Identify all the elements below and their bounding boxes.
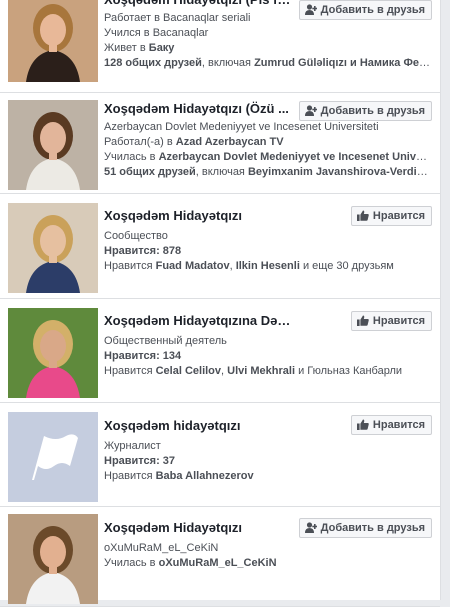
profile-photo[interactable] — [8, 514, 98, 604]
detail-text: Сообщество — [104, 230, 168, 242]
like-page-button[interactable]: Нравится — [350, 415, 432, 435]
result-detail-line: Нравится: 878 — [104, 244, 430, 259]
result-detail-line: Учился в Bacanaqlar — [104, 26, 430, 41]
button-label: Добавить в друзья — [320, 4, 425, 16]
result-detail-line: Общественный деятель — [104, 334, 430, 349]
add-friend-icon — [304, 105, 317, 116]
search-results-list: Xoşqədəm Hidayətqızı (Pis fa... Работает … — [0, 0, 441, 607]
thumbs-up-icon — [356, 419, 369, 430]
result-card: Xoşqədəm hidayətqızı Журналист Нравится: 3… — [0, 402, 440, 507]
result-name-link[interactable]: Xoşqədəm hidayətqızı — [104, 418, 294, 433]
detail-text: Журналист — [104, 440, 161, 452]
detail-link: Zumrud Güləliqızı и Намика Ферь — [254, 57, 430, 69]
result-name-link[interactable]: Xoşqədəm Hidayətqızı (Pis fa... — [104, 0, 294, 7]
detail-link: Fuad Madatov — [155, 260, 230, 272]
detail-suffix: и Гюльназ Канбарли — [295, 365, 403, 377]
result-detail-line: 128 общих друзей, включая Zumrud Güləliq… — [104, 56, 430, 71]
detail-prefix: Живет в — [104, 42, 149, 54]
result-detail-line: oXuMuRaM_eL_CeKiN — [104, 541, 430, 556]
profile-photo[interactable] — [8, 100, 98, 190]
profile-photo[interactable] — [8, 308, 98, 398]
result-detail-line: Azerbaycan Dovlet Medeniyyet ve Incesene… — [104, 120, 430, 135]
profile-photo[interactable] — [8, 412, 98, 502]
result-card: Xoşqədəm Hidayətqızı Сообщество Нравится: … — [0, 193, 440, 299]
detail-link: Нравится: 878 — [104, 245, 182, 257]
detail-prefix: Нравится — [104, 470, 156, 482]
button-label: Нравится — [372, 210, 425, 222]
profile-photo-image — [8, 308, 98, 398]
button-label: Нравится — [372, 419, 425, 431]
detail-text: oXuMuRaM_eL_CeKiN — [104, 542, 219, 554]
detail-prefix: Нравится — [104, 365, 156, 377]
result-name-link[interactable]: Xoşqədəm Hidayətqızı — [104, 208, 294, 223]
add-friend-icon — [304, 522, 317, 533]
result-card: Xoşqədəm Hidayətqızına Dəstək Общественны… — [0, 298, 440, 403]
profile-photo[interactable] — [8, 203, 98, 293]
detail-text: Общественный деятель — [104, 335, 227, 347]
detail-prefix: Работал(-а) в — [104, 136, 176, 148]
button-label: Нравится — [372, 315, 425, 327]
result-name-link[interactable]: Xoşqədəm Hidayətqızına Dəstək — [104, 313, 294, 328]
button-label: Добавить в друзья — [320, 105, 425, 117]
detail-separator: , включая — [195, 166, 248, 178]
detail-text: Учился в Bacanaqlar — [104, 27, 209, 39]
detail-link: Azad Azerbaycan TV — [175, 136, 284, 148]
result-detail-line: Нравится Fuad Madatov, Ilkin Hesenli и е… — [104, 259, 430, 274]
detail-link: 51 общих друзей — [104, 166, 196, 178]
result-detail-line: Училась в oXuMuRaM_eL_CeKiN — [104, 556, 430, 571]
detail-link: Нравится: 134 — [104, 350, 182, 362]
result-detail-line: Живет в Баку — [104, 41, 430, 56]
like-page-button[interactable]: Нравится — [350, 311, 432, 331]
result-detail-line: Нравится: 134 — [104, 349, 430, 364]
result-detail-line: Нравится Baba Allahnezerov — [104, 469, 430, 484]
add-friend-button[interactable]: Добавить в друзья — [298, 101, 432, 121]
result-card: Xoşqədəm Hidayətqızı oXuMuRaM_eL_CeKiN Учи… — [0, 506, 440, 607]
result-detail-line: Журналист — [104, 439, 430, 454]
result-detail-line: Сообщество — [104, 229, 430, 244]
detail-link: Ulvi Mekhrali — [227, 365, 296, 377]
detail-text: Azerbaycan Dovlet Medeniyyet ve Incesene… — [104, 121, 379, 133]
result-name-link[interactable]: Xoşqədəm Hidayətqızı — [104, 520, 294, 535]
thumbs-up-icon — [356, 315, 369, 326]
detail-link: Celal Celilov — [155, 365, 222, 377]
page-flag-icon — [8, 412, 98, 502]
thumbs-up-icon — [356, 210, 369, 221]
profile-photo-image — [8, 0, 98, 82]
result-detail-line: Работал(-а) в Azad Azerbaycan TV — [104, 135, 430, 150]
detail-prefix: Училась в — [104, 557, 159, 569]
profile-photo[interactable] — [8, 0, 98, 82]
result-detail-line: Нравится: 37 — [104, 454, 430, 469]
result-card: Xoşqədəm Hidayətqızı (Pis fa... Работает … — [0, 0, 440, 93]
detail-link: 128 общих друзей — [104, 57, 202, 69]
detail-link: Baba Allahnezerov — [155, 470, 254, 482]
profile-photo-image — [8, 203, 98, 293]
detail-link: Azerbaycan Dovlet Medeniyyet ve Incesene… — [158, 151, 430, 163]
add-friend-button[interactable]: Добавить в друзья — [298, 0, 432, 20]
detail-prefix: Нравится — [104, 260, 156, 272]
detail-link: oXuMuRaM_eL_CeKiN — [158, 557, 277, 569]
detail-text: Работает в Bacanaqlar seriali — [104, 12, 251, 24]
result-detail-line: Нравится Celal Celilov, Ulvi Mekhrali и … — [104, 364, 430, 379]
detail-suffix: и еще 30 друзьям — [299, 260, 394, 272]
detail-separator: , включая — [201, 57, 255, 69]
like-page-button[interactable]: Нравится — [350, 206, 432, 226]
profile-photo-image — [8, 100, 98, 190]
detail-link: Beyimxanim Javanshirova-Verdiy... — [247, 166, 430, 178]
button-label: Добавить в друзья — [320, 522, 425, 534]
detail-link: Баку — [148, 42, 175, 54]
result-detail-line: 51 общих друзей, включая Beyimxanim Java… — [104, 165, 430, 180]
detail-link: Ilkin Hesenli — [235, 260, 300, 272]
result-name-link[interactable]: Xoşqədəm Hidayətqızı (Özü ... — [104, 101, 294, 116]
result-card: Xoşqədəm Hidayətqızı (Özü ... Azerbaycan … — [0, 92, 440, 194]
detail-link: Нравится: 37 — [104, 455, 176, 467]
result-detail-line: Училась в Azerbaycan Dovlet Medeniyyet v… — [104, 150, 430, 165]
add-friend-button[interactable]: Добавить в друзья — [298, 518, 432, 538]
add-friend-icon — [304, 4, 317, 15]
detail-prefix: Училась в — [104, 151, 159, 163]
profile-photo-image — [8, 514, 98, 604]
